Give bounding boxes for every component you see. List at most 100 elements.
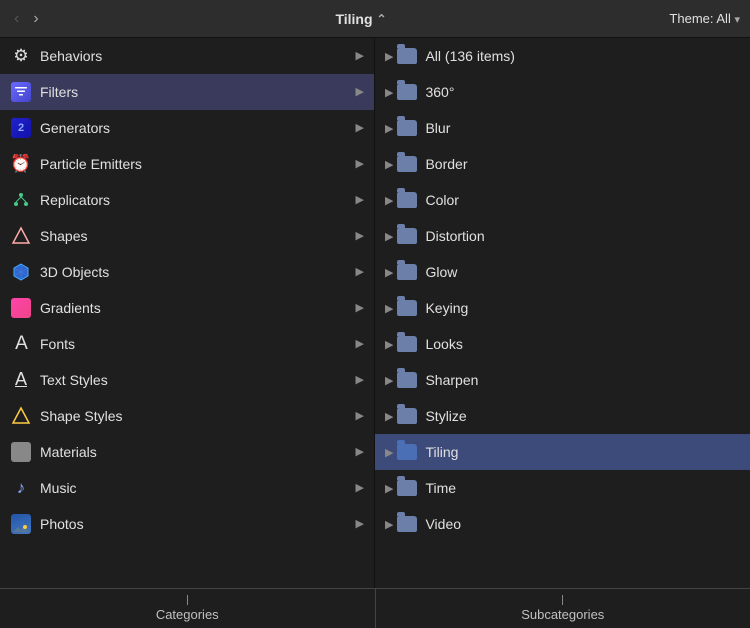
subcategory-stylize[interactable]: ▶ Stylize [375, 398, 750, 434]
subcategory-time[interactable]: ▶ Time [375, 470, 750, 506]
keying-expand-arrow: ▶ [385, 302, 393, 315]
category-replicators-label: Replicators [40, 192, 352, 208]
video-folder-icon [397, 516, 417, 532]
subcategory-color[interactable]: ▶ Color [375, 182, 750, 218]
categories-label: Categories [156, 607, 219, 622]
subcategory-video[interactable]: ▶ Video [375, 506, 750, 542]
keying-folder-icon [397, 300, 417, 316]
category-photos-label: Photos [40, 516, 352, 532]
gradients-icon-box [11, 298, 31, 318]
time-folder-icon [397, 480, 417, 496]
categories-vertical-line [187, 595, 188, 605]
category-shapes-label: Shapes [40, 228, 352, 244]
stylize-folder-icon [397, 408, 417, 424]
category-3d-objects[interactable]: 3D Objects ▶ [0, 254, 374, 290]
subcategory-distortion[interactable]: ▶ Distortion [375, 218, 750, 254]
subcategory-blur[interactable]: ▶ Blur [375, 110, 750, 146]
all-folder-icon [397, 48, 417, 64]
category-particle-emitters-label: Particle Emitters [40, 156, 352, 172]
category-filters-label: Filters [40, 84, 352, 100]
tiling-folder-icon [397, 444, 417, 460]
subcategory-360-label: 360° [425, 84, 740, 100]
materials-arrow: ▶ [356, 445, 364, 458]
category-gradients[interactable]: Gradients ▶ [0, 290, 374, 326]
category-shape-styles-label: Shape Styles [40, 408, 352, 424]
particle-emitters-arrow: ▶ [356, 157, 364, 170]
glow-expand-arrow: ▶ [385, 266, 393, 279]
title-text: Tiling [335, 11, 372, 27]
shape-styles-icon [10, 405, 32, 427]
fonts-icon: A [10, 333, 32, 355]
back-button[interactable]: ‹ [10, 9, 23, 29]
subcategory-360[interactable]: ▶ 360° [375, 74, 750, 110]
category-text-styles-label: Text Styles [40, 372, 352, 388]
category-text-styles[interactable]: A Text Styles ▶ [0, 362, 374, 398]
subcategories-bottom-label: Subcategories [376, 589, 750, 628]
border-expand-arrow: ▶ [385, 158, 393, 171]
music-arrow: ▶ [356, 481, 364, 494]
category-shapes[interactable]: Shapes ▶ [0, 218, 374, 254]
subcategory-glow[interactable]: ▶ Glow [375, 254, 750, 290]
subcategory-border-label: Border [425, 156, 740, 172]
category-replicators[interactable]: Replicators ▶ [0, 182, 374, 218]
subcategory-keying[interactable]: ▶ Keying [375, 290, 750, 326]
category-materials[interactable]: Materials ▶ [0, 434, 374, 470]
subcategory-sharpen-label: Sharpen [425, 372, 740, 388]
category-particle-emitters[interactable]: ⏰ Particle Emitters ▶ [0, 146, 374, 182]
music-icon: ♪ [10, 477, 32, 499]
subcategory-all[interactable]: ▶ All (136 items) [375, 38, 750, 74]
category-generators[interactable]: 2 Generators ▶ [0, 110, 374, 146]
filters-arrow: ▶ [356, 85, 364, 98]
subcategory-all-label: All (136 items) [425, 48, 740, 64]
stylize-expand-arrow: ▶ [385, 410, 393, 423]
fonts-arrow: ▶ [356, 337, 364, 350]
category-shape-styles[interactable]: Shape Styles ▶ [0, 398, 374, 434]
subcategory-looks-label: Looks [425, 336, 740, 352]
title-dropdown[interactable]: Tiling ⌃ [335, 11, 386, 27]
category-filters[interactable]: Filters ▶ [0, 74, 374, 110]
forward-button[interactable]: › [29, 9, 42, 29]
generators-icon-box: 2 [11, 118, 31, 138]
360-expand-arrow: ▶ [385, 86, 393, 99]
category-photos[interactable]: Photos ▶ [0, 506, 374, 542]
subcategory-tiling[interactable]: ▶ Tiling [375, 434, 750, 470]
photos-icon [10, 513, 32, 535]
subcategory-looks[interactable]: ▶ Looks [375, 326, 750, 362]
category-behaviors[interactable]: ⚙ Behaviors ▶ [0, 38, 374, 74]
title-dropdown-arrow: ⌃ [377, 12, 387, 26]
sharpen-expand-arrow: ▶ [385, 374, 393, 387]
theme-selector[interactable]: Theme: All ▾ [669, 11, 740, 26]
theme-dropdown-arrow: ▾ [734, 14, 740, 26]
category-fonts-label: Fonts [40, 336, 352, 352]
subcategory-keying-label: Keying [425, 300, 740, 316]
filters-icon-box [11, 82, 31, 102]
360-folder-icon [397, 84, 417, 100]
subcategory-video-label: Video [425, 516, 740, 532]
looks-expand-arrow: ▶ [385, 338, 393, 351]
subcategory-tiling-label: Tiling [425, 444, 740, 460]
particle-emitters-icon: ⏰ [10, 153, 32, 175]
titlebar: ‹ › Tiling ⌃ Theme: All ▾ [0, 0, 750, 38]
subcategory-border[interactable]: ▶ Border [375, 146, 750, 182]
subcategory-distortion-label: Distortion [425, 228, 740, 244]
subcategory-sharpen[interactable]: ▶ Sharpen [375, 362, 750, 398]
looks-folder-icon [397, 336, 417, 352]
blur-expand-arrow: ▶ [385, 122, 393, 135]
categories-bottom-label: Categories [0, 589, 376, 628]
bottom-bar: Categories Subcategories [0, 588, 750, 628]
materials-icon [10, 441, 32, 463]
shape-styles-arrow: ▶ [356, 409, 364, 422]
generators-icon: 2 [10, 117, 32, 139]
nav-buttons: ‹ › [10, 9, 43, 29]
category-music[interactable]: ♪ Music ▶ [0, 470, 374, 506]
filters-icon [10, 81, 32, 103]
behaviors-arrow: ▶ [356, 49, 364, 62]
theme-label: Theme: All [669, 11, 730, 26]
titlebar-title: Tiling ⌃ [53, 11, 670, 27]
blur-folder-icon [397, 120, 417, 136]
subcategory-glow-label: Glow [425, 264, 740, 280]
generators-arrow: ▶ [356, 121, 364, 134]
color-expand-arrow: ▶ [385, 194, 393, 207]
category-fonts[interactable]: A Fonts ▶ [0, 326, 374, 362]
subcategories-vertical-line [562, 595, 563, 605]
